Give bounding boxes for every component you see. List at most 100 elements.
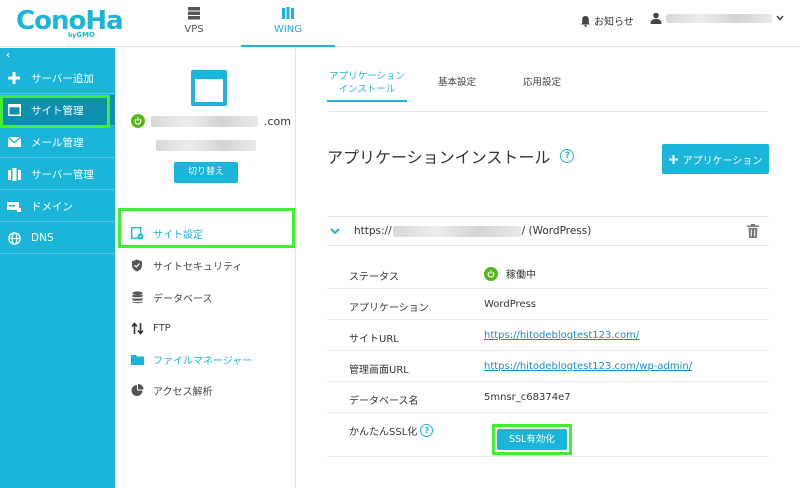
domain-suffix: .com xyxy=(264,114,291,128)
bell-icon xyxy=(581,15,590,27)
page-title-text: アプリケーションインストール xyxy=(327,148,551,167)
detail-value: 5mnsr_c68374e7 xyxy=(484,392,571,403)
tab-basic-settings[interactable]: 基本設定 xyxy=(427,76,487,89)
ssl-highlight-box: SSL有効化 xyxy=(492,424,572,455)
sidebar-item-label: サーバー管理 xyxy=(31,168,94,181)
sidebar-item-add-server[interactable]: サーバー追加 xyxy=(0,63,115,94)
menu-item-label: データベース xyxy=(153,294,213,305)
sidebar-item-label: サーバー追加 xyxy=(31,72,94,85)
help-icon[interactable]: ? xyxy=(560,149,575,163)
sidebar-item-domain[interactable]: ドメイン xyxy=(0,191,115,222)
detail-value: WordPress xyxy=(484,299,537,310)
detail-row-db-name: データベース名 5mnsr_c68374e7 xyxy=(327,382,769,413)
globe-icon xyxy=(7,231,21,245)
tab-label-line2: インストール xyxy=(338,84,396,95)
app-url-redacted xyxy=(392,225,521,237)
switch-site-button[interactable]: 切り替え xyxy=(174,162,238,183)
user-menu[interactable] xyxy=(650,12,784,24)
sidebar-item-label: ドメイン xyxy=(31,200,73,213)
wing-icon xyxy=(282,7,294,19)
pie-chart-icon xyxy=(130,384,144,398)
logo-brand-text: GMO xyxy=(76,31,95,39)
mail-icon xyxy=(7,135,21,149)
detail-row-admin-url: 管理画面URL https://hitodeblogtest123.com/wp… xyxy=(327,351,769,382)
detail-row-site-url: サイトURL https://hitodeblogtest123.com/ xyxy=(327,320,769,351)
sidebar-item-label: DNS xyxy=(31,232,54,244)
tab-advanced-settings[interactable]: 応用設定 xyxy=(512,76,572,89)
server-manage-icon xyxy=(7,167,21,181)
menu-site-security[interactable]: サイトセキュリティ xyxy=(130,258,242,273)
sidebar-collapse-button[interactable]: ‹ xyxy=(6,50,10,61)
database-icon xyxy=(130,291,144,305)
tab-app-install[interactable]: アプリケーション インストール xyxy=(327,70,407,102)
chevron-down-icon xyxy=(330,227,340,234)
trash-icon[interactable] xyxy=(747,224,759,238)
menu-item-label: アクセス解析 xyxy=(153,387,213,398)
menu-ftp[interactable]: FTP xyxy=(130,321,171,335)
menu-item-label: サイトセキュリティ xyxy=(153,262,243,273)
power-icon xyxy=(131,114,145,128)
top-header: ConoHa byGMO VPS WING お知らせ xyxy=(0,0,800,47)
tab-vps[interactable]: VPS xyxy=(147,0,241,47)
detail-row-application: アプリケーション WordPress xyxy=(327,289,769,320)
domain-icon xyxy=(7,199,21,213)
highlight-box-site-settings xyxy=(118,208,295,248)
folder-icon xyxy=(130,353,144,367)
menu-database[interactable]: データベース xyxy=(130,290,213,305)
chevron-down-icon xyxy=(776,15,784,21)
detail-key: アプリケーション xyxy=(349,303,429,314)
tab-wing-label: WING xyxy=(273,24,303,35)
username-redacted xyxy=(666,13,772,23)
power-icon xyxy=(484,266,498,281)
tabs-divider xyxy=(327,111,767,112)
menu-item-label: ファイルマネージャー xyxy=(153,356,253,367)
plus-icon xyxy=(7,71,21,85)
help-icon[interactable]: ? xyxy=(420,424,434,437)
menu-item-label: FTP xyxy=(153,322,171,334)
site-url-link[interactable]: https://hitodeblogtest123.com/ xyxy=(484,330,639,341)
page-title: アプリケーションインストール ? xyxy=(327,144,575,168)
detail-key-ssl: かんたんSSL化 ? xyxy=(349,423,434,438)
menu-file-manager[interactable]: ファイルマネージャー xyxy=(130,352,252,367)
site-domain: .com xyxy=(131,114,291,128)
tab-vps-label: VPS xyxy=(184,24,204,35)
detail-row-status: ステータス 稼働中 xyxy=(327,258,769,289)
site-window-icon xyxy=(191,70,227,106)
domain-name-redacted xyxy=(151,115,258,127)
menu-access-analytics[interactable]: アクセス解析 xyxy=(130,383,213,398)
detail-key: かんたんSSL化 xyxy=(349,427,418,438)
detail-key: ステータス xyxy=(349,272,399,283)
tab-label: 基本設定 xyxy=(437,77,476,88)
shield-icon xyxy=(130,259,144,273)
server-icon xyxy=(188,7,200,20)
sidebar-item-dns[interactable]: DNS xyxy=(0,223,115,254)
add-application-button[interactable]: アプリケーション xyxy=(662,144,769,174)
plus-icon xyxy=(668,154,678,164)
app-url-prefix: https:// xyxy=(354,225,392,237)
ftp-arrows-icon xyxy=(130,321,144,335)
tab-label: 応用設定 xyxy=(522,77,561,88)
user-icon xyxy=(650,12,662,24)
detail-key: サイトURL xyxy=(349,334,399,345)
detail-status-value: 稼働中 xyxy=(484,266,536,281)
logo-by-text: by xyxy=(68,32,77,39)
main-content: アプリケーション インストール 基本設定 応用設定 アプリケーションインストール… xyxy=(297,48,800,488)
site-subtitle-redacted xyxy=(156,140,256,151)
status-text: 稼働中 xyxy=(506,270,536,281)
tab-label-line1: アプリケーション xyxy=(329,71,405,82)
app-url-suffix: / (WordPress) xyxy=(521,225,592,237)
sidebar-item-mail-management[interactable]: メール管理 xyxy=(0,127,115,158)
sidebar-item-label: メール管理 xyxy=(31,136,84,149)
sidebar-item-server-management[interactable]: サーバー管理 xyxy=(0,159,115,190)
site-panel: .com 切り替え サイト設定 サイトセキュリティ データベース FTP ファイ… xyxy=(116,48,296,488)
detail-key: 管理画面URL xyxy=(349,365,409,376)
admin-url-link[interactable]: https://hitodeblogtest123.com/wp-admin/ xyxy=(484,361,692,372)
tab-wing[interactable]: WING xyxy=(241,0,335,47)
logo-gmo-text: byGMO xyxy=(68,31,95,39)
notice-label: お知らせ xyxy=(594,17,634,28)
highlight-box-site-management xyxy=(0,95,110,128)
detail-key: データベース名 xyxy=(349,396,419,407)
app-entry-row[interactable]: https:// / (WordPress) xyxy=(327,216,769,246)
notice-link[interactable]: お知らせ xyxy=(580,13,634,28)
ssl-enable-button[interactable]: SSL有効化 xyxy=(497,429,567,450)
